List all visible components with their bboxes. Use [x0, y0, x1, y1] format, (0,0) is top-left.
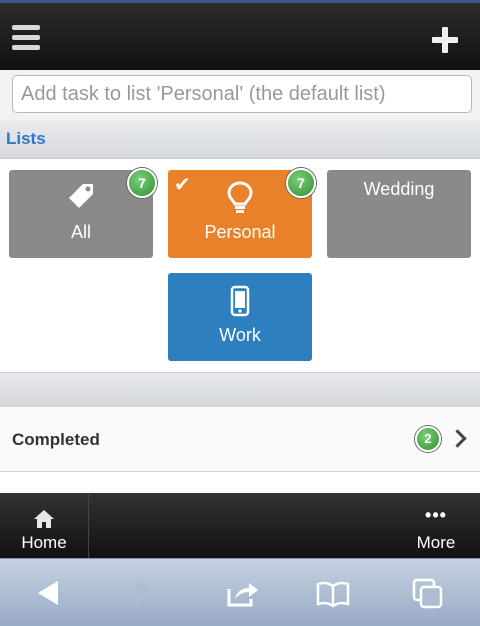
lists-section-header: Lists: [0, 120, 480, 159]
list-tile-all[interactable]: All 7: [9, 168, 157, 258]
more-dots-icon: •••: [425, 505, 447, 525]
list-tile-label: Work: [219, 325, 261, 345]
tag-icon: [69, 184, 93, 208]
app-header: [0, 0, 480, 70]
list-tile-personal[interactable]: ✔ Personal 7: [168, 168, 316, 258]
list-tile-label: All: [70, 222, 91, 242]
browser-toolbar: [0, 558, 480, 626]
lists-title: Lists: [6, 129, 46, 148]
smartphone-icon: [230, 285, 250, 317]
list-tile-wedding[interactable]: Wedding: [327, 170, 471, 258]
count-badge: 7: [127, 168, 157, 198]
bookmarks-icon[interactable]: [315, 575, 351, 611]
completed-row[interactable]: Completed 2: [0, 407, 480, 472]
lightbulb-icon: [227, 181, 253, 213]
lists-grid: All 7 ✔ Personal 7 Wedding Work: [0, 159, 480, 372]
hamburger-menu-icon[interactable]: [12, 25, 40, 51]
bottom-navbar: Home ••• More: [0, 493, 480, 558]
completed-count-badge: 2: [415, 426, 441, 452]
completed-label: Completed: [12, 430, 100, 449]
add-task-input[interactable]: [12, 75, 472, 113]
forward-arrow-icon[interactable]: [128, 575, 164, 611]
add-task-bar: [0, 70, 480, 120]
plus-icon[interactable]: [432, 27, 458, 53]
share-icon[interactable]: [225, 575, 261, 611]
section-divider: [0, 372, 480, 408]
chevron-right-icon: [448, 429, 467, 448]
list-tile-label: Personal: [204, 222, 276, 242]
list-tile-label: Wedding: [363, 179, 435, 199]
home-icon: [34, 510, 54, 528]
count-badge: 7: [286, 168, 316, 198]
list-tile-work[interactable]: Work: [168, 273, 312, 361]
back-arrow-icon[interactable]: [30, 575, 66, 611]
checkmark-icon: ✔: [174, 174, 191, 196]
nav-home-label: Home: [21, 533, 67, 552]
nav-home-button[interactable]: Home: [0, 493, 89, 558]
tabs-icon[interactable]: [410, 575, 446, 611]
nav-more-label: More: [416, 533, 456, 552]
nav-more-button[interactable]: ••• More: [392, 493, 480, 558]
